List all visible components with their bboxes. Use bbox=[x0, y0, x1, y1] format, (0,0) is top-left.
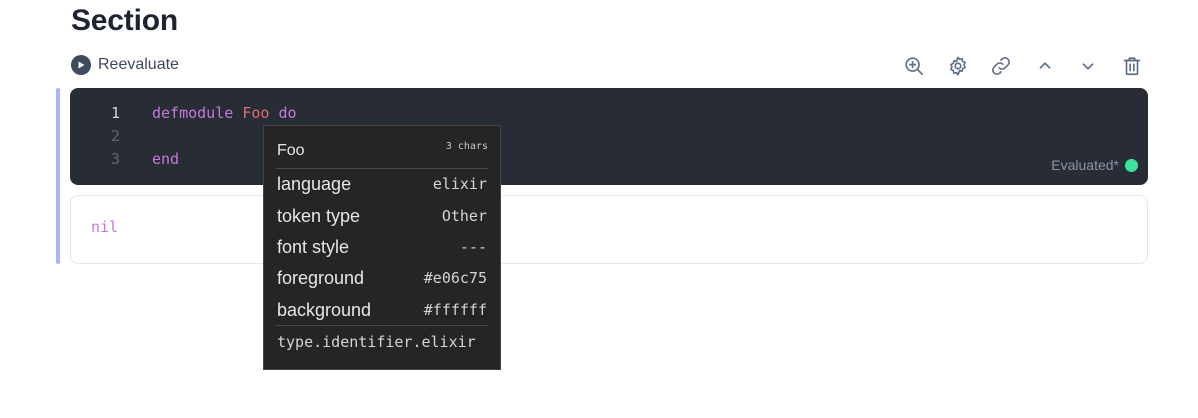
token-scope: type.identifier.elixir bbox=[277, 333, 476, 351]
code-text[interactable]: end bbox=[152, 150, 179, 168]
code-line: 3 end bbox=[70, 147, 179, 170]
gear-icon[interactable] bbox=[944, 53, 972, 79]
line-number: 2 bbox=[110, 126, 120, 145]
code-line: 1 defmodule Foo do bbox=[70, 101, 297, 124]
output-value: nil bbox=[91, 218, 119, 236]
code-line: 2 bbox=[70, 124, 120, 147]
status-text: Evaluated* bbox=[1051, 157, 1119, 173]
play-icon bbox=[71, 55, 91, 75]
evaluation-status[interactable]: Evaluated* bbox=[1051, 157, 1138, 173]
trash-icon[interactable] bbox=[1118, 53, 1146, 79]
cell-toolbar bbox=[900, 53, 1146, 79]
line-number: 3 bbox=[110, 149, 120, 168]
link-icon[interactable] bbox=[987, 53, 1015, 79]
keyword-token: defmodule bbox=[152, 103, 234, 122]
chevron-up-icon[interactable] bbox=[1031, 53, 1059, 79]
token-length: 3 chars bbox=[445, 141, 488, 152]
tooltip-row: language elixir bbox=[277, 173, 487, 194]
tooltip-row: background #ffffff bbox=[277, 299, 487, 320]
reevaluate-label: Reevaluate bbox=[98, 56, 179, 73]
keyword-token: do bbox=[278, 103, 297, 122]
zoom-in-icon[interactable] bbox=[900, 53, 928, 79]
code-text[interactable]: defmodule Foo do bbox=[152, 104, 297, 122]
code-editor[interactable]: 1 defmodule Foo do 2 3 end Evaluated* bbox=[70, 88, 1148, 185]
status-dot bbox=[1125, 158, 1138, 172]
token-name: Foo bbox=[277, 142, 305, 159]
cell-output: nil bbox=[70, 195, 1148, 264]
tooltip-row: token type Other bbox=[277, 205, 487, 226]
cell-focus-indicator bbox=[56, 88, 60, 264]
line-number: 1 bbox=[110, 103, 120, 122]
module-token: Foo bbox=[242, 103, 270, 122]
tooltip-header: Foo 3 chars bbox=[276, 126, 488, 169]
tooltip-row: font style --- bbox=[277, 236, 487, 257]
keyword-token: end bbox=[152, 149, 180, 168]
reevaluate-button[interactable]: Reevaluate bbox=[71, 54, 179, 76]
tooltip-footer: type.identifier.elixir bbox=[276, 325, 488, 360]
chevron-down-icon[interactable] bbox=[1074, 53, 1102, 79]
section-title[interactable]: Section bbox=[71, 4, 178, 38]
tooltip-row: foreground #e06c75 bbox=[277, 267, 487, 288]
token-inspector-tooltip: Foo 3 chars language elixir token type O… bbox=[263, 125, 501, 370]
